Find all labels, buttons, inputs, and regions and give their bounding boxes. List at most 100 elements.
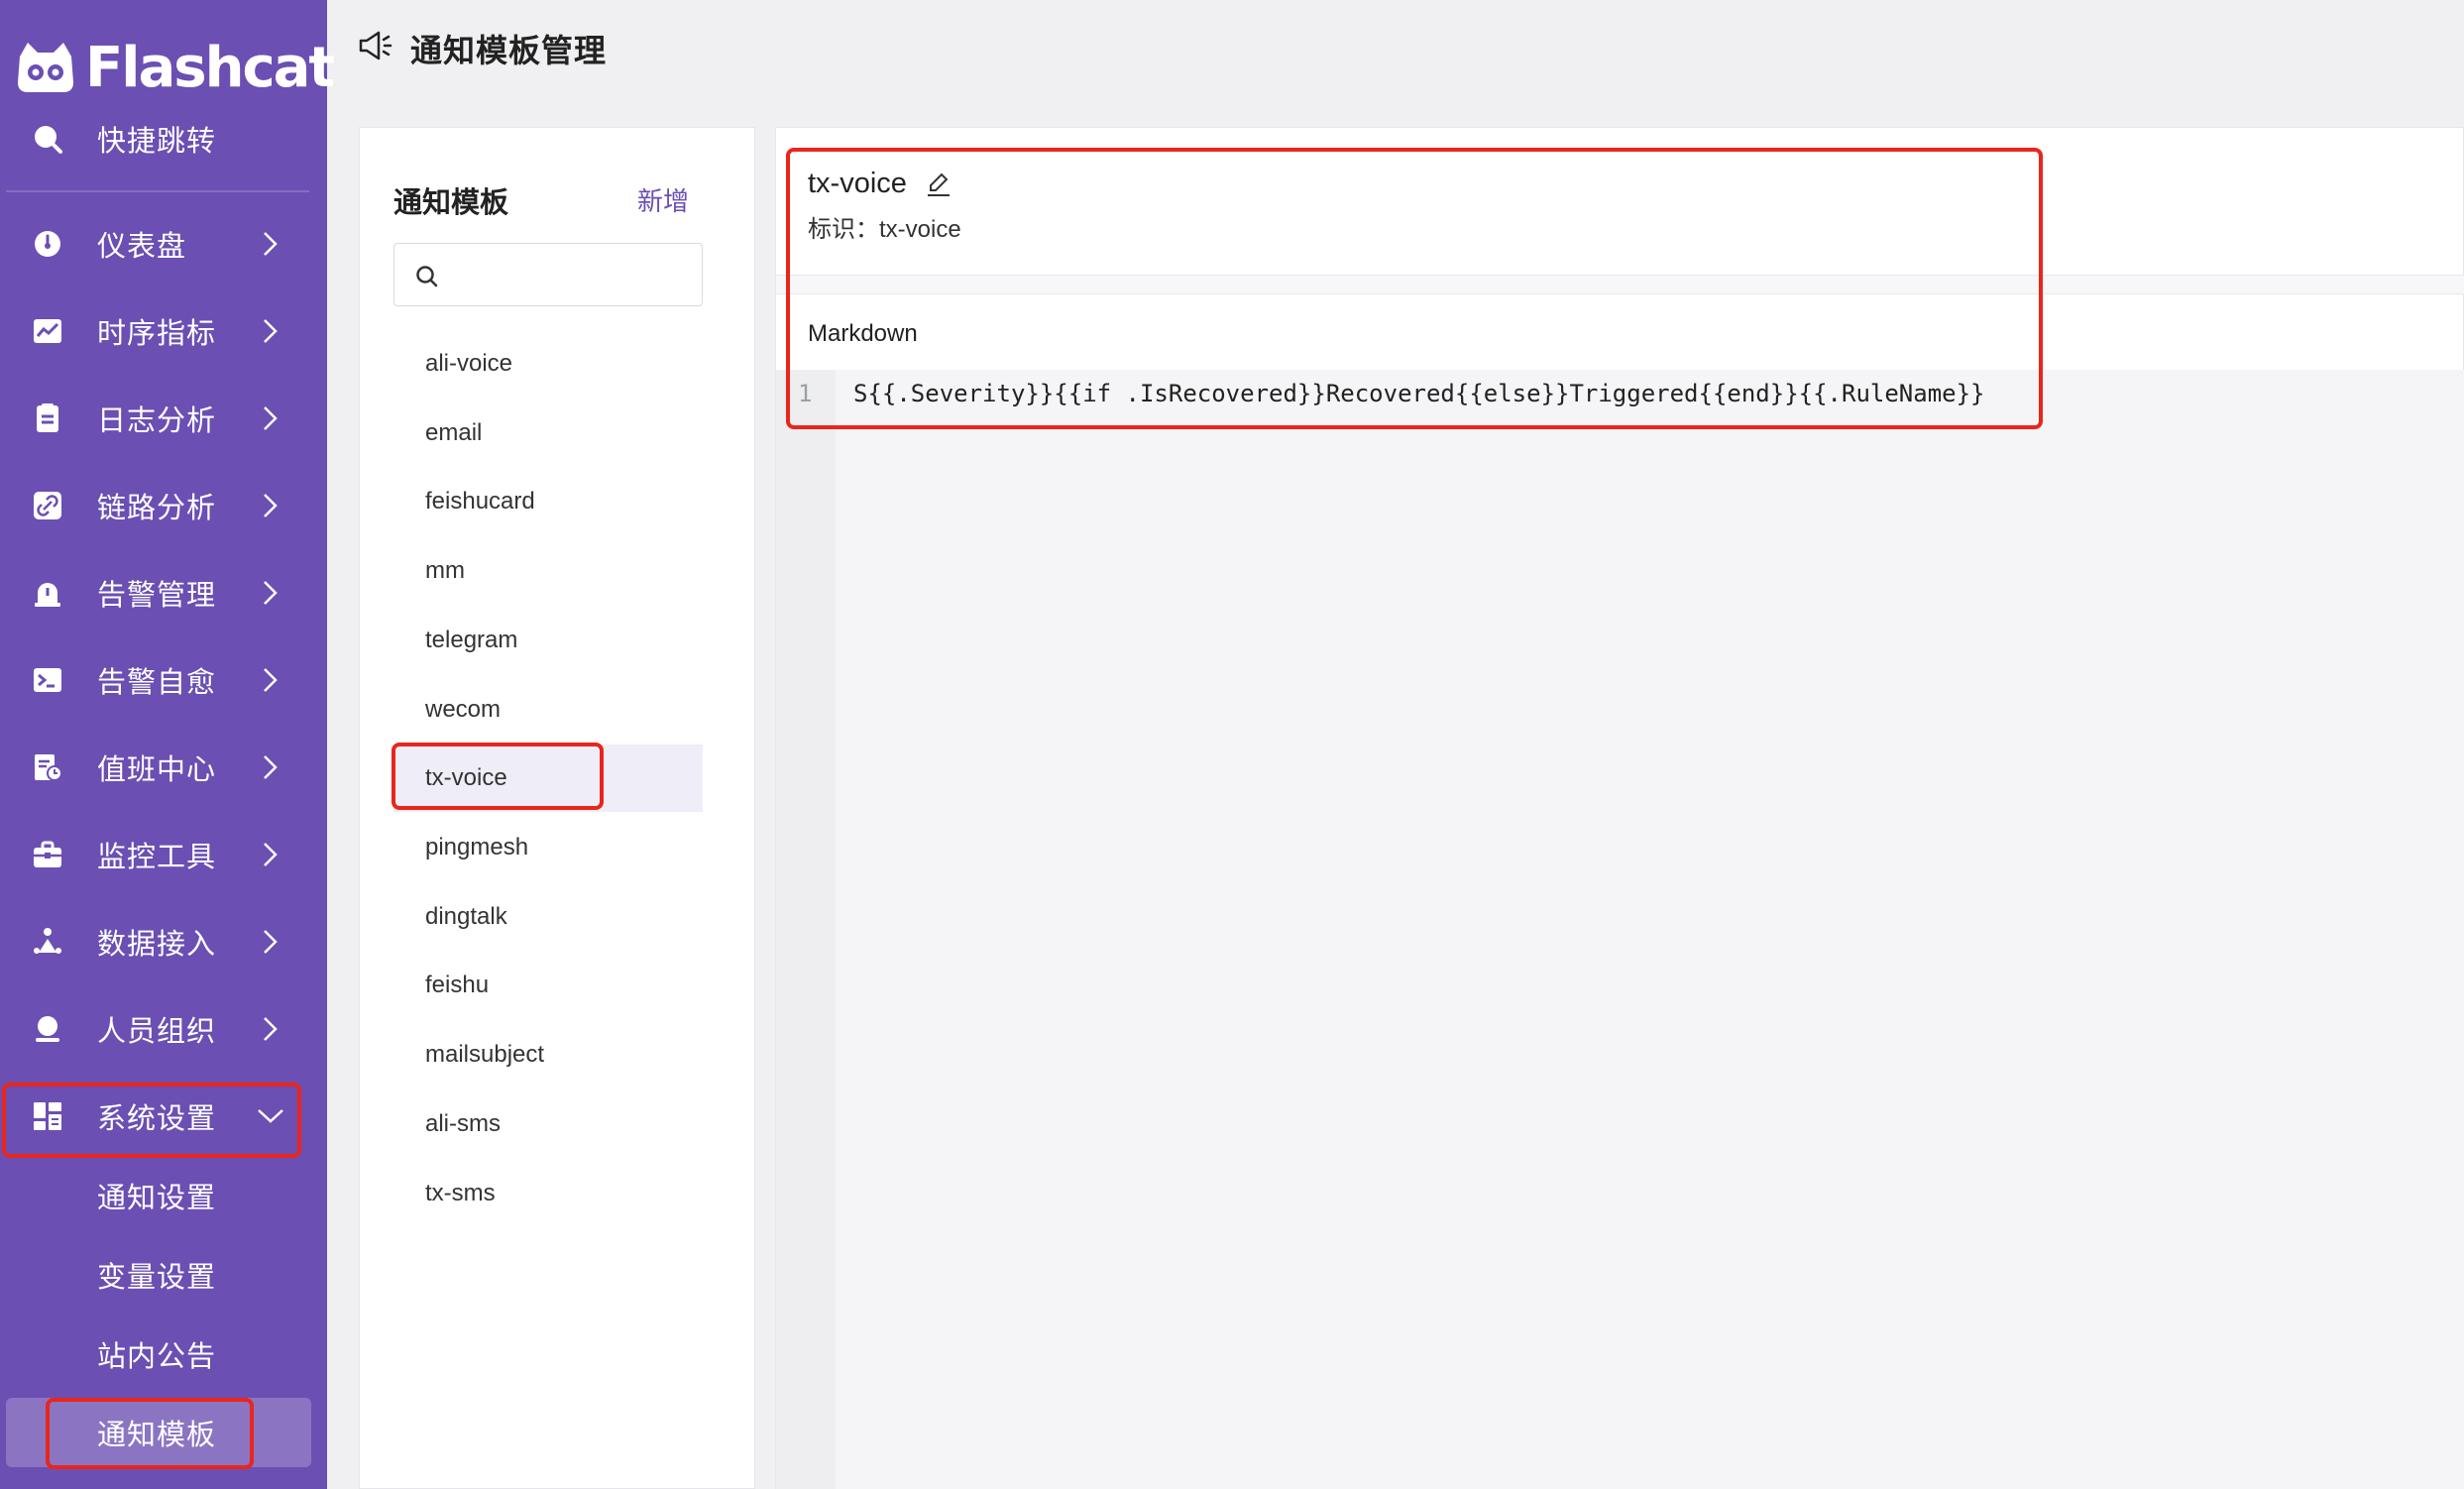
sidebar-item-tracing[interactable]: 链路分析 (0, 470, 327, 541)
template-identifier-row: 标识：tx-voice (808, 209, 961, 244)
search-icon (30, 121, 65, 157)
template-item-feishu[interactable]: feishu (393, 952, 703, 1019)
template-search[interactable] (393, 243, 703, 306)
sidebar-item-label: 仪表盘 (97, 231, 187, 263)
template-item-mm[interactable]: mm (393, 537, 703, 605)
terminal-icon (30, 662, 65, 698)
sidebar-item-people[interactable]: 人员组织 (0, 993, 327, 1065)
sidebar-item-label: 日志分析 (97, 405, 217, 437)
sidebar-item-dashboard[interactable]: 仪表盘 (0, 208, 327, 280)
template-name: tx-voice (808, 168, 907, 199)
add-template-button[interactable]: 新增 (637, 181, 689, 218)
chevron-right-icon (256, 665, 285, 695)
template-item-label: mailsubject (425, 1041, 545, 1068)
settings-grid-icon (30, 1098, 65, 1134)
template-list-panel: 通知模板 新增 ali-voice email feishucard mm te… (359, 127, 755, 1489)
chevron-right-icon (256, 316, 285, 346)
template-item-label: ali-sms (425, 1110, 501, 1137)
chevron-right-icon (256, 927, 285, 957)
user-icon (30, 1011, 65, 1047)
sidebar-item-tools[interactable]: 监控工具 (0, 819, 327, 890)
link-icon (30, 488, 65, 523)
section-divider (776, 275, 2464, 294)
identifier-label: 标识： (808, 216, 879, 243)
sidebar-item-data-ingest[interactable]: 数据接入 (0, 906, 327, 977)
template-item-mailsubject[interactable]: mailsubject (393, 1021, 703, 1088)
chevron-right-icon (256, 840, 285, 869)
alarm-icon (30, 575, 65, 611)
sidebar: Flashcat 快捷跳转 仪表盘 时序指标 日志分析 链路分析 告警管理 告警… (0, 0, 335, 1489)
template-editor-panel: tx-voice 标识：tx-voice Markdown 1 S{{.Seve… (775, 127, 2464, 1489)
template-item-tx-voice[interactable]: tx-voice (393, 744, 703, 812)
template-item-email[interactable]: email (393, 400, 703, 467)
template-item-label: telegram (425, 627, 518, 653)
code-line[interactable]: S{{.Severity}}{{if .IsRecovered}}Recover… (853, 380, 1985, 407)
sidebar-item-duty[interactable]: 值班中心 (0, 732, 327, 803)
chevron-right-icon (256, 752, 285, 782)
sidebar-item-label: 监控工具 (97, 842, 217, 873)
log-icon (30, 401, 65, 436)
chevron-right-icon (256, 403, 285, 433)
template-item-label: ali-voice (425, 350, 513, 377)
line-gutter: 1 (776, 370, 836, 1489)
sidebar-item-label: 链路分析 (97, 493, 217, 524)
chevron-right-icon (256, 578, 285, 608)
template-item-label: tx-voice (425, 764, 507, 791)
duty-icon (30, 749, 65, 785)
cat-logo-icon (18, 43, 73, 92)
sidebar-item-label: 数据接入 (97, 929, 217, 961)
template-item-label: pingmesh (425, 834, 529, 860)
toolbox-icon (30, 837, 65, 872)
sidebar-item-label: 人员组织 (97, 1016, 217, 1048)
template-item-label: dingtalk (425, 903, 507, 930)
sidebar-subitem-label: 变量设置 (97, 1262, 217, 1294)
template-item-tx-sms[interactable]: tx-sms (393, 1160, 703, 1227)
brand-logo[interactable]: Flashcat (14, 32, 335, 103)
template-item-dingtalk[interactable]: dingtalk (393, 883, 703, 951)
sidebar-item-system-settings[interactable]: 系统设置 (0, 1081, 327, 1152)
megaphone-icon (359, 31, 392, 60)
template-item-feishucard[interactable]: feishucard (393, 468, 703, 535)
sidebar-item-label: 系统设置 (97, 1103, 217, 1135)
sidebar-item-metrics[interactable]: 时序指标 (0, 295, 327, 367)
sidebar-item-self-healing[interactable]: 告警自愈 (0, 644, 327, 716)
quick-jump[interactable]: 快捷跳转 (0, 109, 327, 169)
chevron-right-icon (256, 491, 285, 520)
sidebar-subitem-label: 通知模板 (97, 1420, 217, 1451)
page-title: 通知模板管理 (410, 33, 608, 68)
chevron-down-icon (256, 1101, 285, 1131)
sidebar-item-logs[interactable]: 日志分析 (0, 383, 327, 454)
sidebar-item-label: 值班中心 (97, 754, 217, 786)
template-item-label: mm (425, 557, 465, 584)
brand-name: Flashcat (85, 35, 335, 100)
sidebar-item-label: 时序指标 (97, 318, 217, 350)
template-item-pingmesh[interactable]: pingmesh (393, 814, 703, 881)
search-input[interactable] (446, 256, 694, 293)
template-item-telegram[interactable]: telegram (393, 607, 703, 674)
sidebar-subitem-notify-templates[interactable]: 通知模板 (6, 1398, 311, 1467)
sidebar-subitem-announcements[interactable]: 站内公告 (0, 1322, 327, 1386)
code-editor[interactable]: 1 S{{.Severity}}{{if .IsRecovered}}Recov… (776, 370, 2464, 1489)
template-item-ali-voice[interactable]: ali-voice (393, 330, 703, 398)
template-item-label: feishu (425, 972, 490, 998)
dashboard-icon (30, 226, 65, 262)
chevron-right-icon (256, 1014, 285, 1044)
identifier-value: tx-voice (879, 216, 961, 243)
edit-icon[interactable] (925, 171, 952, 198)
template-item-label: feishucard (425, 488, 535, 515)
sidebar-subitem-label: 通知设置 (97, 1183, 217, 1214)
line-number: 1 (798, 380, 813, 407)
sidebar-subitem-notify-settings[interactable]: 通知设置 (0, 1164, 327, 1227)
template-item-label: wecom (425, 696, 502, 723)
page-header: 通知模板管理 (327, 0, 2464, 99)
sidebar-subitem-variables[interactable]: 变量设置 (0, 1243, 327, 1307)
quick-jump-label: 快捷跳转 (97, 126, 217, 158)
template-name-row: tx-voice (808, 168, 952, 200)
sidebar-item-alerts[interactable]: 告警管理 (0, 557, 327, 629)
template-item-ali-sms[interactable]: ali-sms (393, 1090, 703, 1158)
template-item-label: tx-sms (425, 1180, 496, 1206)
chevron-right-icon (256, 229, 285, 259)
line-chart-icon (30, 313, 65, 349)
sidebar-item-label: 告警自愈 (97, 667, 217, 699)
template-item-wecom[interactable]: wecom (393, 676, 703, 744)
